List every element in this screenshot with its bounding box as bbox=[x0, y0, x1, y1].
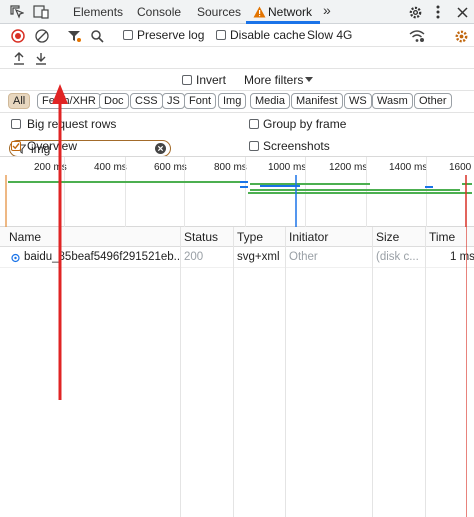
chevron-down-icon bbox=[304, 75, 314, 85]
column-divider[interactable] bbox=[425, 227, 426, 517]
options-row-1: Big request rows Group by frame bbox=[0, 113, 474, 135]
tab-sources[interactable]: Sources bbox=[197, 5, 241, 19]
export-har-icon[interactable] bbox=[33, 50, 49, 66]
requests-table-header: Name Status Type Initiator Size Time bbox=[0, 227, 474, 247]
chip-wasm[interactable]: Wasm bbox=[372, 93, 413, 109]
request-time: 1 ms bbox=[450, 251, 474, 263]
timeline-waterfall-bars bbox=[5, 175, 472, 227]
group-by-frame-label[interactable]: Group by frame bbox=[263, 117, 346, 131]
screenshots-checkbox[interactable] bbox=[249, 141, 259, 151]
more-filters-button[interactable]: More filters bbox=[244, 73, 303, 87]
tab-network[interactable]: Network bbox=[268, 5, 312, 19]
network-conditions-wifi-icon[interactable] bbox=[408, 28, 426, 44]
invert-checkbox[interactable] bbox=[182, 75, 192, 85]
overview-checkbox[interactable] bbox=[11, 141, 21, 151]
chip-fetch-xhr[interactable]: Fetch/XHR bbox=[37, 93, 101, 109]
column-header-initiator[interactable]: Initiator bbox=[289, 230, 328, 244]
column-header-name[interactable]: Name bbox=[9, 230, 41, 244]
filter-bar: img Invert More filters bbox=[0, 69, 474, 157]
request-bar bbox=[8, 181, 240, 183]
request-bar bbox=[240, 186, 248, 188]
disable-cache-label[interactable]: Disable cache bbox=[230, 28, 305, 42]
settings-gear-icon[interactable] bbox=[407, 4, 423, 20]
disable-cache-checkbox[interactable] bbox=[216, 30, 226, 40]
request-name[interactable]: baidu_85beaf5496f291521eb... bbox=[24, 251, 179, 263]
big-request-rows-checkbox[interactable] bbox=[11, 119, 21, 129]
column-header-size[interactable]: Size bbox=[376, 230, 399, 244]
table-row[interactable]: baidu_85beaf5496f291521eb... 200 svg+xml… bbox=[0, 247, 474, 268]
chip-manifest[interactable]: Manifest bbox=[291, 93, 343, 109]
chip-ws[interactable]: WS bbox=[344, 93, 372, 109]
more-tabs-button[interactable]: » bbox=[323, 2, 331, 18]
request-bar bbox=[260, 185, 300, 187]
column-header-status[interactable]: Status bbox=[184, 230, 218, 244]
group-by-frame-checkbox[interactable] bbox=[249, 119, 259, 129]
request-bar bbox=[248, 192, 472, 194]
tab-elements[interactable]: Elements bbox=[73, 5, 123, 19]
search-icon[interactable] bbox=[89, 28, 105, 44]
kebab-menu-icon[interactable] bbox=[433, 4, 443, 20]
column-header-time[interactable]: Time bbox=[429, 230, 455, 244]
network-settings-gear-icon[interactable] bbox=[453, 28, 469, 44]
chip-media[interactable]: Media bbox=[250, 93, 290, 109]
options-row-2: Overview Screenshots bbox=[0, 135, 474, 157]
screenshots-label[interactable]: Screenshots bbox=[263, 139, 330, 153]
invert-label[interactable]: Invert bbox=[196, 73, 226, 87]
chip-all[interactable]: All bbox=[8, 93, 31, 109]
svg-file-icon bbox=[10, 252, 20, 263]
request-bar bbox=[250, 183, 370, 185]
column-divider[interactable] bbox=[285, 227, 286, 517]
chip-doc[interactable]: Doc bbox=[99, 93, 129, 109]
chip-img[interactable]: Img bbox=[218, 93, 247, 109]
chip-other[interactable]: Other bbox=[414, 93, 452, 109]
big-request-rows-label[interactable]: Big request rows bbox=[27, 117, 116, 131]
chip-font[interactable]: Font bbox=[184, 93, 217, 109]
overview-label[interactable]: Overview bbox=[27, 139, 77, 153]
preserve-log-label[interactable]: Preserve log bbox=[137, 28, 204, 42]
tab-console[interactable]: Console bbox=[137, 5, 181, 19]
device-toolbar-icon[interactable] bbox=[33, 4, 49, 20]
request-size: (disk c... bbox=[376, 251, 419, 263]
request-bar bbox=[240, 181, 248, 183]
preserve-log-checkbox[interactable] bbox=[123, 30, 133, 40]
throttling-select[interactable]: Slow 4G bbox=[307, 28, 352, 42]
request-bar bbox=[462, 183, 472, 185]
request-bar bbox=[250, 189, 460, 191]
column-divider[interactable] bbox=[180, 227, 181, 517]
column-divider[interactable] bbox=[372, 227, 373, 517]
waterfall-load-line bbox=[466, 227, 467, 517]
request-bar bbox=[425, 186, 433, 188]
clear-icon[interactable] bbox=[34, 28, 50, 44]
network-toolbar: Preserve log Disable cache Slow 4G bbox=[0, 24, 474, 47]
column-divider[interactable] bbox=[233, 227, 234, 517]
column-header-type[interactable]: Type bbox=[237, 230, 263, 244]
request-status: 200 bbox=[184, 251, 204, 263]
chip-js[interactable]: JS bbox=[162, 93, 185, 109]
import-har-icon[interactable] bbox=[11, 50, 27, 66]
request-type: svg+xml bbox=[237, 251, 280, 263]
inspect-element-icon[interactable] bbox=[9, 4, 25, 20]
close-devtools-icon[interactable] bbox=[455, 4, 469, 20]
import-export-toolbar bbox=[0, 47, 474, 69]
record-stop-icon[interactable] bbox=[10, 28, 26, 44]
request-initiator: Other bbox=[289, 251, 318, 263]
filter-funnel-icon[interactable] bbox=[66, 28, 82, 44]
warning-icon bbox=[252, 5, 266, 18]
devtools-tab-bar: Elements Console Sources Network » bbox=[0, 0, 474, 24]
chip-css[interactable]: CSS bbox=[130, 93, 163, 109]
